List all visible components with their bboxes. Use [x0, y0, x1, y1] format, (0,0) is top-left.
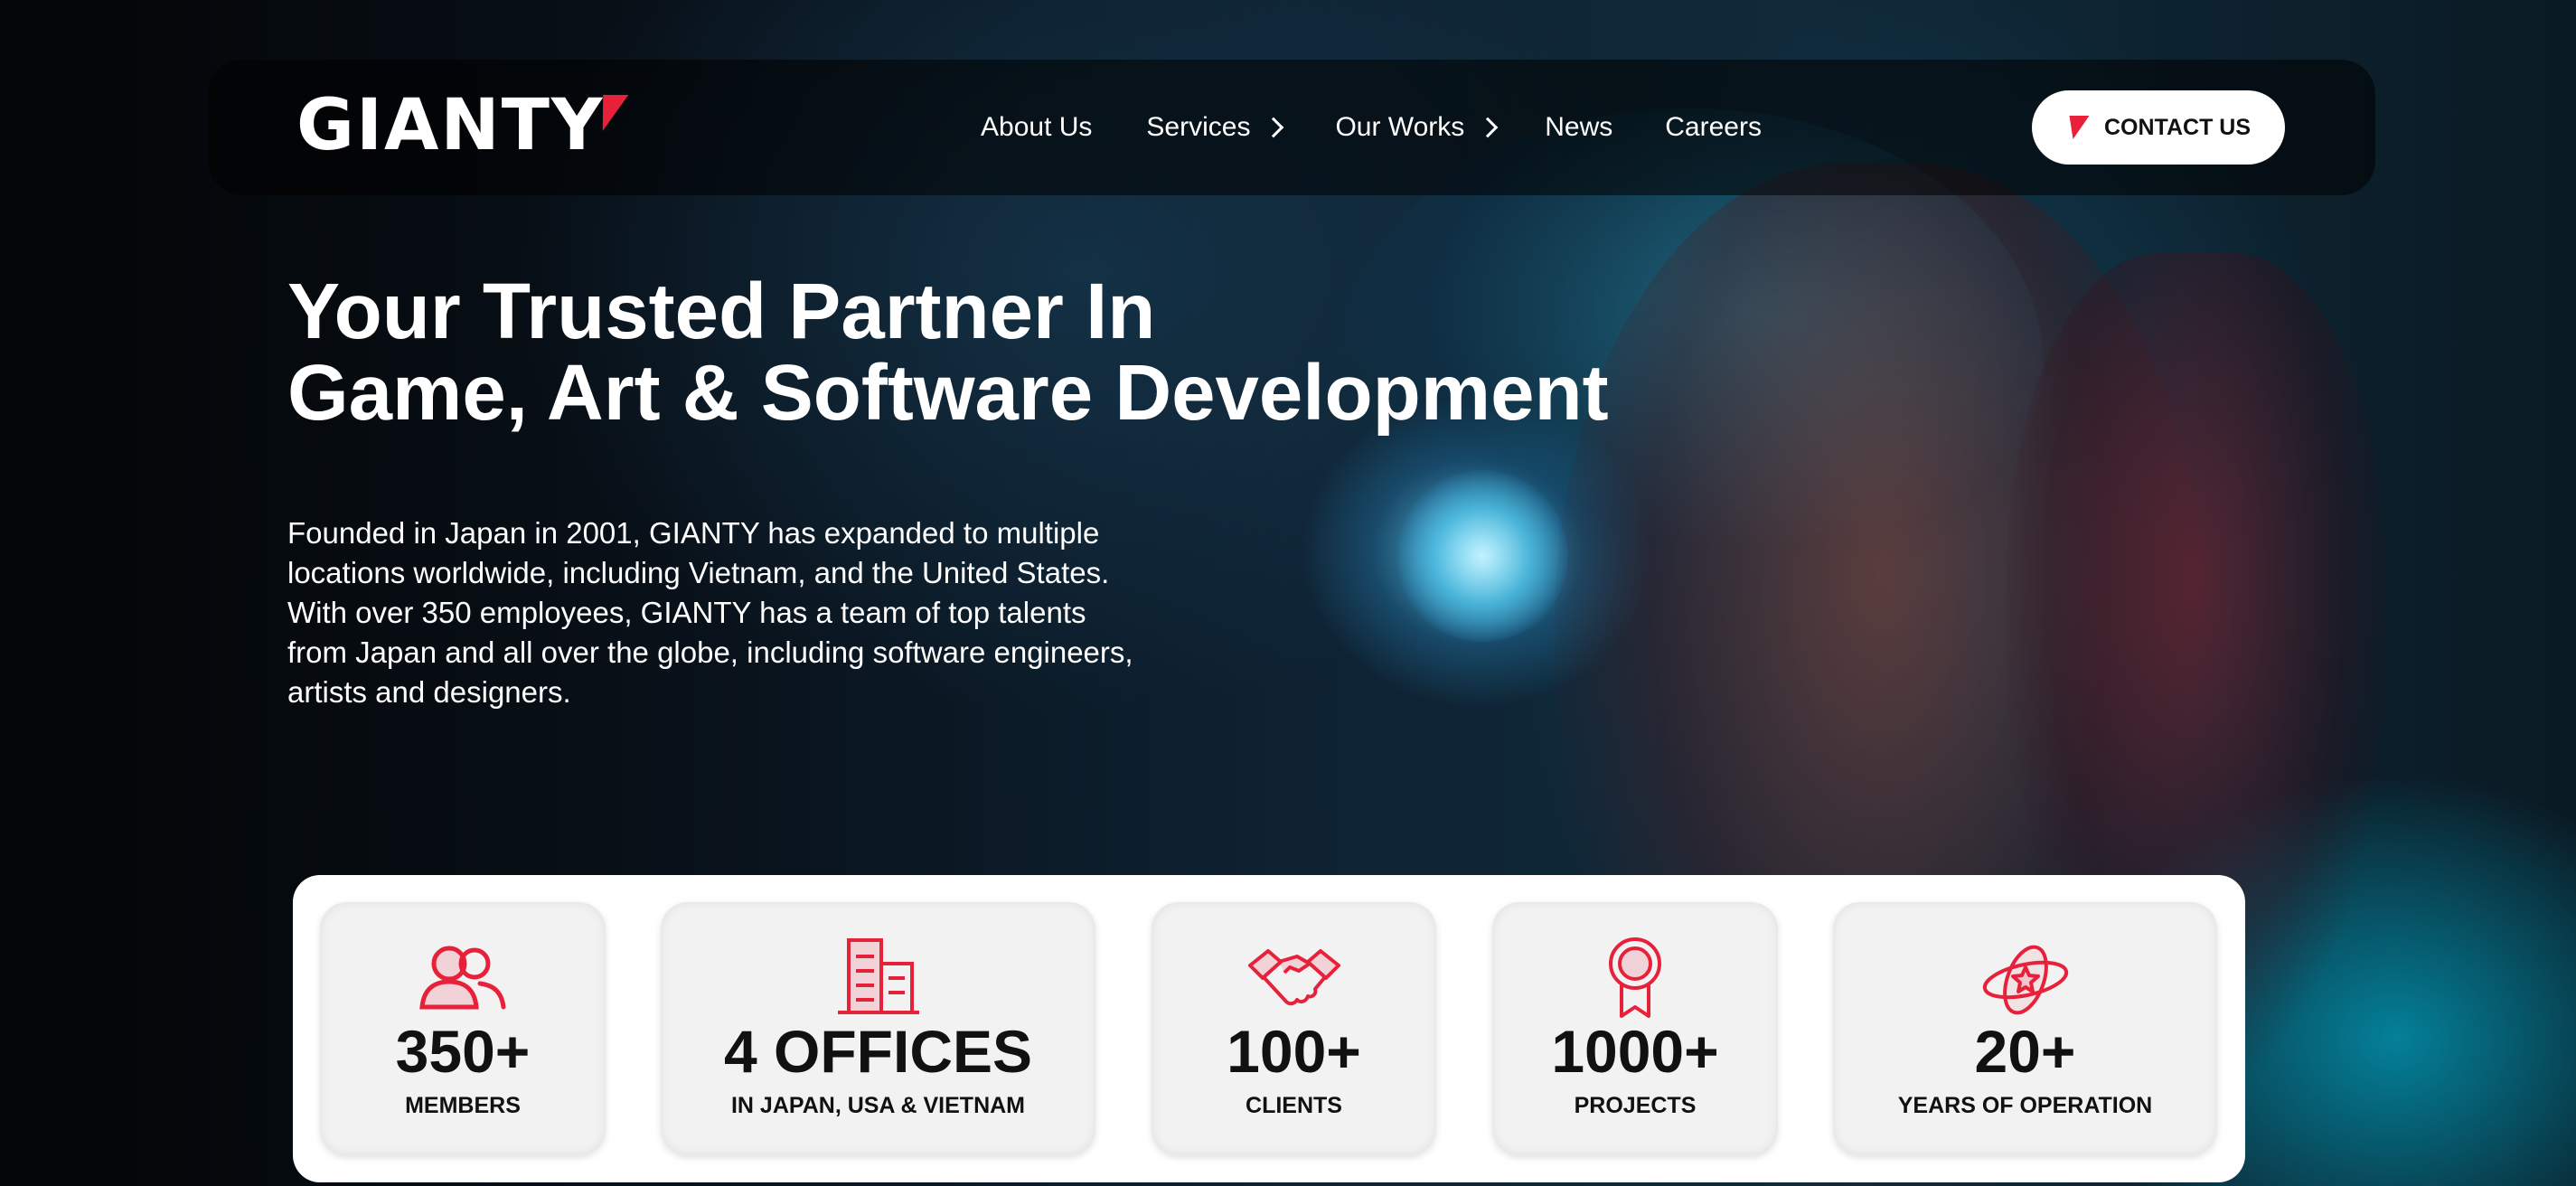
nav-item-label: Our Works	[1335, 112, 1465, 142]
site-logo[interactable]: GIANTY	[296, 90, 629, 161]
headline-line-1: Your Trusted Partner In	[287, 268, 1156, 355]
nav-item-label: Careers	[1665, 112, 1762, 142]
planet-star-icon	[1982, 945, 2068, 1015]
chevron-right-icon[interactable]	[1477, 117, 1499, 138]
stat-label: MEMBERS	[405, 1093, 521, 1118]
stat-label: IN JAPAN, USA & VIETNAM	[730, 1093, 1026, 1118]
logo-text: GIANTY	[296, 85, 605, 166]
intro-line: Founded in Japan in 2001, GIANTY has exp…	[287, 516, 1100, 550]
nav-item-careers[interactable]: Careers	[1665, 112, 1762, 143]
award-icon	[1609, 937, 1661, 1018]
stat-label: PROJECTS	[1574, 1093, 1697, 1118]
intro-line: artists and designers.	[287, 675, 571, 709]
chevron-right-icon[interactable]	[1264, 117, 1284, 138]
offices-icon	[837, 938, 919, 1014]
handshake-icon	[1247, 949, 1340, 1006]
stat-value: 4 OFFICES	[723, 1018, 1033, 1085]
stat-label: CLIENTS	[1246, 1093, 1342, 1118]
intro-line: With over 350 employees, GIANTY has a te…	[287, 596, 1086, 629]
main-nav: About Us Services Our Works News Careers	[981, 107, 1762, 148]
nav-item-label: News	[1545, 112, 1613, 142]
stat-card-members: 350+ MEMBERS	[320, 902, 606, 1155]
magic-orb-art	[1396, 470, 1568, 642]
nav-item-label: Services	[1146, 112, 1251, 142]
stat-card-years: 20+ YEARS OF OPERATION	[1833, 902, 2217, 1155]
page-headline: Your Trusted Partner In Game, Art & Soft…	[287, 271, 1734, 434]
stat-value: 1000+	[1551, 1018, 1719, 1085]
stat-label: YEARS OF OPERATION	[1897, 1093, 2153, 1118]
nav-item-label: About Us	[981, 112, 1093, 142]
stat-card-projects: 1000+ PROJECTS	[1492, 902, 1778, 1155]
nav-item-our-works[interactable]: Our Works	[1335, 112, 1499, 143]
intro-paragraph: Founded in Japan in 2001, GIANTY has exp…	[287, 513, 1246, 712]
headline-line-2: Game, Art & Software Development	[287, 349, 1609, 437]
contact-us-label: CONTACT US	[2103, 114, 2252, 140]
contact-us-button[interactable]: CONTACT US	[2032, 90, 2285, 165]
intro-line: from Japan and all over the globe, inclu…	[287, 635, 1133, 669]
stat-value: 350+	[395, 1018, 531, 1085]
stat-value: 20+	[1974, 1018, 2076, 1085]
nav-item-news[interactable]: News	[1545, 112, 1612, 143]
members-icon	[419, 946, 506, 1010]
brand-mark-icon	[2063, 116, 2090, 139]
stat-value: 100+	[1227, 1018, 1361, 1085]
nav-item-about-us[interactable]: About Us	[981, 112, 1092, 143]
intro-line: locations worldwide, including Vietnam, …	[287, 556, 1110, 589]
stat-card-clients: 100+ CLIENTS	[1152, 902, 1436, 1155]
stat-card-offices: 4 OFFICES IN JAPAN, USA & VIETNAM	[661, 902, 1095, 1155]
nav-item-services[interactable]: Services	[1146, 112, 1284, 143]
